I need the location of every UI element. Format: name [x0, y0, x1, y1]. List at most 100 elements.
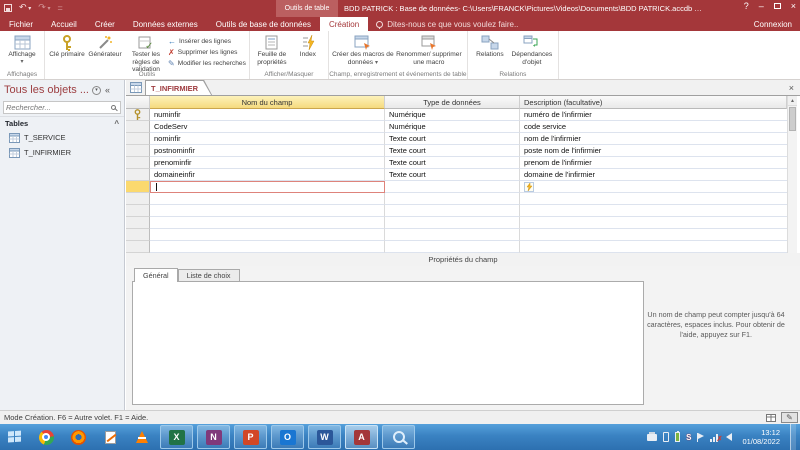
modify-lookups-button[interactable]: ✎ Modifier les recherches	[168, 59, 246, 68]
row-selector[interactable]	[126, 241, 150, 253]
field-name-cell[interactable]	[150, 193, 385, 205]
description-cell[interactable]	[520, 217, 787, 229]
data-type-cell[interactable]: Texte court	[385, 157, 520, 169]
nav-pane-header[interactable]: Tous les objets ... ▾ «	[0, 80, 124, 100]
outlook-taskbar-button[interactable]: O	[271, 425, 304, 449]
account-button[interactable]: Connexion	[746, 17, 800, 31]
indexes-button[interactable]: Index	[291, 33, 325, 59]
scroll-up-arrow[interactable]: ▲	[788, 96, 797, 106]
object-dependencies-button[interactable]: Dépendances d'objet	[509, 33, 555, 66]
field-row[interactable]: CodeServ Numérique code service	[126, 121, 797, 133]
undo-icon[interactable]: ↶ ▾	[19, 2, 31, 13]
excel-taskbar-button[interactable]: X	[160, 425, 193, 449]
rename-macro-button[interactable]: Renommer/ supprimer une macro	[394, 33, 464, 66]
property-update-options-icon[interactable]	[524, 182, 534, 192]
field-name-cell[interactable]: postnominfir	[150, 145, 385, 157]
nav-item-t-service[interactable]: T_SERVICE	[0, 130, 124, 145]
firefox-taskbar-button[interactable]	[66, 425, 90, 449]
tab-creation[interactable]: Création	[320, 17, 368, 31]
delete-rows-button[interactable]: ✗ Supprimer les lignes	[168, 48, 246, 57]
insert-rows-button[interactable]: ← Insérer des lignes	[168, 37, 246, 46]
minimize-button[interactable]: –	[759, 1, 764, 11]
help-button[interactable]: ?	[744, 1, 749, 11]
description-cell[interactable]: nom de l'infirmier	[520, 133, 787, 145]
tell-me-box[interactable]: Dites-nous ce que vous voulez faire..	[368, 17, 526, 31]
description-cell[interactable]	[520, 193, 787, 205]
row-selector[interactable]	[126, 229, 150, 241]
scrollbar-thumb[interactable]	[789, 107, 796, 131]
header-field-name[interactable]: Nom du champ	[150, 96, 385, 109]
description-cell[interactable]: numéro de l'infirmier	[520, 109, 787, 121]
row-selector[interactable]	[126, 157, 150, 169]
nav-shutter-icon[interactable]: «	[105, 85, 110, 95]
field-row[interactable]: postnominfir Texte court poste nom de l'…	[126, 145, 797, 157]
redo-icon[interactable]: ↷ ▾	[38, 2, 50, 13]
field-name-cell[interactable]: CodeServ	[150, 121, 385, 133]
row-selector[interactable]	[126, 121, 150, 133]
data-type-cell[interactable]	[385, 205, 520, 217]
data-type-cell[interactable]: Texte court	[385, 169, 520, 181]
create-data-macros-button[interactable]: Créer des macros de données ▾	[332, 33, 394, 66]
tab-accueil[interactable]: Accueil	[42, 17, 86, 31]
tab-general[interactable]: Général	[134, 268, 178, 282]
datasheet-view-button[interactable]	[762, 412, 779, 423]
description-cell[interactable]: prenom de l'infirmier	[520, 157, 787, 169]
field-name-cell[interactable]: nominfir	[150, 133, 385, 145]
description-cell[interactable]	[520, 241, 787, 253]
printer-tray-icon[interactable]	[647, 431, 657, 443]
empty-row[interactable]	[126, 217, 797, 229]
data-type-cell[interactable]: Numérique	[385, 109, 520, 121]
vlc-taskbar-button[interactable]	[130, 425, 154, 449]
vertical-scrollbar[interactable]: ▲	[787, 96, 797, 253]
onenote-taskbar-button[interactable]: N	[197, 425, 230, 449]
maximize-button[interactable]	[774, 3, 781, 9]
close-button[interactable]: ×	[791, 1, 796, 11]
access-taskbar-button[interactable]: A	[345, 425, 378, 449]
field-name-cell[interactable]	[150, 217, 385, 229]
field-name-cell[interactable]: domaineinfir	[150, 169, 385, 181]
empty-row[interactable]	[126, 241, 797, 253]
field-name-cell[interactable]	[150, 229, 385, 241]
field-name-input-cell[interactable]	[150, 181, 385, 193]
row-selector[interactable]	[126, 169, 150, 181]
search-taskbar-button[interactable]	[382, 425, 415, 449]
field-name-cell[interactable]	[150, 241, 385, 253]
current-field-row[interactable]	[126, 181, 797, 193]
row-selector[interactable]	[126, 133, 150, 145]
relationships-button[interactable]: Relations	[471, 33, 509, 59]
description-cell[interactable]	[520, 181, 787, 193]
field-name-cell[interactable]	[150, 205, 385, 217]
volume-tray-icon[interactable]	[726, 431, 732, 443]
tab-outils-bdd[interactable]: Outils de base de données	[207, 17, 320, 31]
qat-customize-icon[interactable]: =	[57, 3, 62, 13]
row-selector[interactable]	[126, 217, 150, 229]
tab-donnees-externes[interactable]: Données externes	[124, 17, 207, 31]
empty-row[interactable]	[126, 229, 797, 241]
taskbar-clock[interactable]: 13:12 01/08/2022	[742, 428, 780, 446]
empty-row[interactable]	[126, 205, 797, 217]
description-cell[interactable]: domaine de l'infirmier	[520, 169, 787, 181]
data-type-cell[interactable]	[385, 181, 520, 193]
tab-fichier[interactable]: Fichier	[0, 17, 42, 31]
tab-liste-de-choix[interactable]: Liste de choix	[178, 269, 240, 282]
current-row-selector[interactable]	[126, 181, 150, 193]
field-row[interactable]: nominfir Texte court nom de l'infirmier	[126, 133, 797, 145]
collapse-chevron-icon[interactable]: ^	[114, 119, 119, 128]
skype-tray-icon[interactable]: S	[686, 431, 691, 443]
word-taskbar-button[interactable]: W	[308, 425, 341, 449]
description-cell[interactable]	[520, 229, 787, 241]
test-validation-button[interactable]: ✓ Tester les règles de validation	[124, 33, 168, 74]
row-selector[interactable]	[126, 205, 150, 217]
header-description[interactable]: Description (facultative)	[520, 96, 787, 109]
device-tray-icon[interactable]	[663, 431, 669, 443]
battery-tray-icon[interactable]	[675, 431, 680, 443]
data-type-cell[interactable]	[385, 229, 520, 241]
tab-creer[interactable]: Créer	[86, 17, 124, 31]
empty-row[interactable]	[126, 193, 797, 205]
search-input[interactable]	[6, 103, 111, 112]
start-button[interactable]	[0, 424, 30, 450]
data-type-cell[interactable]	[385, 193, 520, 205]
nav-item-t-infirmier[interactable]: T_INFIRMIER	[0, 145, 124, 160]
close-document-icon[interactable]: ×	[789, 83, 794, 93]
flag-tray-icon[interactable]	[697, 431, 704, 443]
